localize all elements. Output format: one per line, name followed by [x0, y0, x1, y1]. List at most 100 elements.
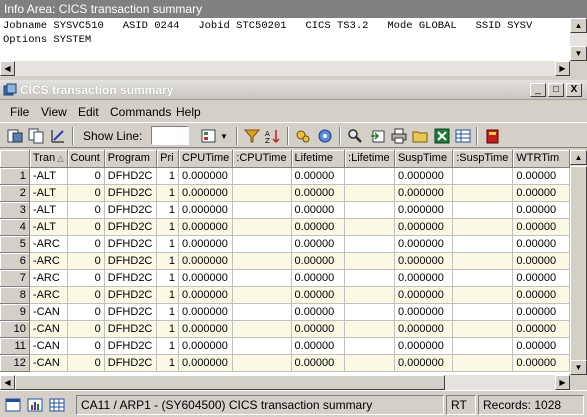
cell-count[interactable]: 0 [67, 167, 105, 185]
view-icon[interactable] [4, 396, 22, 414]
cell-pri[interactable]: 1 [156, 201, 179, 219]
cell-cputime-bar[interactable] [232, 252, 292, 270]
column-header-susptime[interactable]: SuspTime [394, 150, 454, 168]
cell-lifetime[interactable]: 0.00000 [291, 201, 346, 219]
cell-cputime[interactable]: 0.000000 [178, 167, 234, 185]
cell-lifetime-bar[interactable] [344, 201, 395, 219]
export-icon[interactable] [369, 127, 387, 145]
cell-tran[interactable]: -ALT [29, 218, 68, 236]
cell-pri[interactable]: 1 [156, 252, 179, 270]
column-header-wtrtime[interactable]: WTRTim [512, 150, 570, 168]
cell-program[interactable]: DFHD2C [104, 337, 158, 355]
cell-count[interactable]: 0 [67, 337, 105, 355]
scroll-up-icon[interactable]: ▲ [570, 18, 587, 33]
cell-susptime-bar[interactable] [452, 167, 514, 185]
cell-tran[interactable]: -CAN [29, 337, 68, 355]
cell-lifetime-bar[interactable] [344, 218, 395, 236]
cell-count[interactable]: 0 [67, 269, 105, 287]
scroll-left-icon[interactable]: ◀ [0, 375, 15, 390]
table-row[interactable]: 1 -ALT 0 DFHD2C 1 0.000000 0.00000 0.000000 0.00… [0, 167, 570, 185]
cell-cputime[interactable]: 0.000000 [178, 184, 234, 202]
cell-program[interactable]: DFHD2C [104, 252, 158, 270]
refresh-icon[interactable] [316, 127, 334, 145]
cell-wtrtime[interactable]: 0.00000 [512, 252, 570, 270]
cell-lifetime[interactable]: 0.00000 [291, 269, 346, 287]
cell-count[interactable]: 0 [67, 252, 105, 270]
cell-lifetime-bar[interactable] [344, 303, 395, 321]
menu-edit[interactable]: Edit [78, 105, 99, 119]
grid-vertical-scrollbar[interactable]: ▲ ▼ [570, 150, 587, 375]
cell-lifetime[interactable]: 0.00000 [291, 167, 346, 185]
cell-cputime-bar[interactable] [232, 320, 292, 338]
column-header-pri[interactable]: Pri [156, 150, 179, 168]
cell-cputime[interactable]: 0.000000 [178, 337, 234, 355]
cell-susptime[interactable]: 0.000000 [394, 252, 454, 270]
cell-wtrtime[interactable]: 0.00000 [512, 320, 570, 338]
cell-count[interactable]: 0 [67, 184, 105, 202]
column-header-count[interactable]: Count [67, 150, 105, 168]
cell-susptime-bar[interactable] [452, 303, 514, 321]
scroll-thumb[interactable] [15, 375, 445, 390]
cell-program[interactable]: DFHD2C [104, 286, 158, 304]
cell-lifetime[interactable]: 0.00000 [291, 235, 346, 253]
table-row[interactable]: 11 -CAN 0 DFHD2C 1 0.000000 0.00000 0.000000 0.0… [0, 337, 570, 355]
cell-lifetime-bar[interactable] [344, 235, 395, 253]
cell-pri[interactable]: 1 [156, 286, 179, 304]
table-row[interactable]: 3 -ALT 0 DFHD2C 1 0.000000 0.00000 0.000000 0.00… [0, 201, 570, 219]
cell-wtrtime[interactable]: 0.00000 [512, 286, 570, 304]
cell-susptime[interactable]: 0.000000 [394, 218, 454, 236]
chart-icon[interactable] [26, 396, 44, 414]
cell-tran[interactable]: -ARC [29, 269, 68, 287]
cell-susptime[interactable]: 0.000000 [394, 201, 454, 219]
cell-program[interactable]: DFHD2C [104, 320, 158, 338]
cell-cputime[interactable]: 0.000000 [178, 235, 234, 253]
cell-wtrtime[interactable]: 0.00000 [512, 337, 570, 355]
cell-count[interactable]: 0 [67, 320, 105, 338]
table-row[interactable]: 12 -CAN 0 DFHD2C 1 0.000000 0.00000 0.000000 0.0… [0, 354, 570, 372]
info-vertical-scrollbar[interactable]: ▲ ▼ [570, 18, 587, 61]
copy-icon[interactable] [27, 127, 45, 145]
cell-susptime[interactable]: 0.000000 [394, 184, 454, 202]
cell-susptime-bar[interactable] [452, 320, 514, 338]
column-header-cputime-bar[interactable]: :CPUTime [232, 150, 292, 168]
cell-cputime[interactable]: 0.000000 [178, 252, 234, 270]
cell-cputime-bar[interactable] [232, 184, 292, 202]
help-book-icon[interactable] [484, 127, 502, 145]
cell-program[interactable]: DFHD2C [104, 218, 158, 236]
scroll-down-icon[interactable]: ▼ [570, 360, 587, 375]
properties-icon[interactable] [6, 127, 24, 145]
column-header-program[interactable]: Program [104, 150, 158, 168]
cell-program[interactable]: DFHD2C [104, 167, 158, 185]
cell-program[interactable]: DFHD2C [104, 354, 158, 372]
cell-susptime-bar[interactable] [452, 252, 514, 270]
scroll-up-icon[interactable]: ▲ [570, 150, 587, 165]
cell-cputime-bar[interactable] [232, 337, 292, 355]
cell-cputime-bar[interactable] [232, 303, 292, 321]
cell-wtrtime[interactable]: 0.00000 [512, 184, 570, 202]
cell-cputime[interactable]: 0.000000 [178, 218, 234, 236]
cell-lifetime[interactable]: 0.00000 [291, 184, 346, 202]
cell-susptime-bar[interactable] [452, 337, 514, 355]
cell-lifetime[interactable]: 0.00000 [291, 286, 346, 304]
column-header-lifetime-bar[interactable]: :Lifetime [344, 150, 395, 168]
cell-lifetime[interactable]: 0.00000 [291, 218, 346, 236]
cell-lifetime[interactable]: 0.00000 [291, 337, 346, 355]
cell-susptime-bar[interactable] [452, 201, 514, 219]
cell-tran[interactable]: -CAN [29, 354, 68, 372]
cell-susptime[interactable]: 0.000000 [394, 167, 454, 185]
grid-horizontal-scrollbar[interactable]: ◀ ▶ [0, 375, 570, 390]
filter-icon[interactable] [243, 127, 261, 145]
scroll-down-icon[interactable]: ▼ [570, 46, 587, 61]
column-header-tran[interactable]: Tran △ [29, 150, 68, 168]
open-folder-icon[interactable] [411, 127, 429, 145]
print-icon[interactable] [390, 127, 408, 145]
table-icon[interactable] [454, 127, 472, 145]
cell-pri[interactable]: 1 [156, 337, 179, 355]
cell-susptime-bar[interactable] [452, 354, 514, 372]
cell-lifetime-bar[interactable] [344, 354, 395, 372]
cell-pri[interactable]: 1 [156, 269, 179, 287]
table-row[interactable]: 6 -ARC 0 DFHD2C 1 0.000000 0.00000 0.000000 0.00… [0, 252, 570, 270]
table-row[interactable]: 9 -CAN 0 DFHD2C 1 0.000000 0.00000 0.000000 0.00… [0, 303, 570, 321]
view-options-icon[interactable] [200, 127, 218, 145]
table-row[interactable]: 5 -ARC 0 DFHD2C 1 0.000000 0.00000 0.000000 0.00… [0, 235, 570, 253]
